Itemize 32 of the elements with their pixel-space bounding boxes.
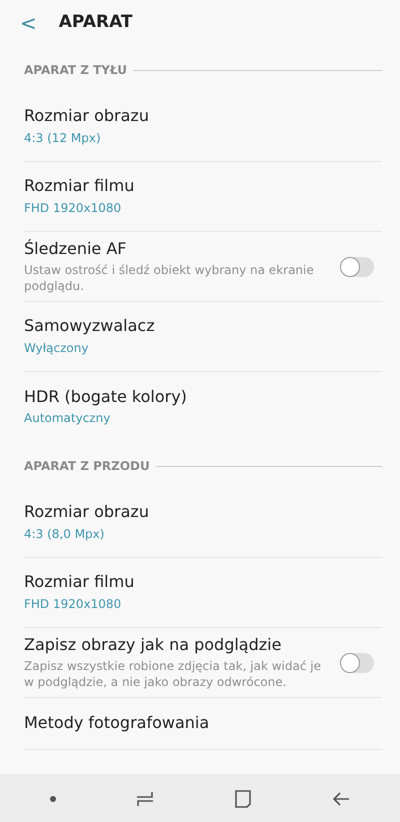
- item-value: FHD 1920x1080: [24, 596, 122, 613]
- item-value: Wyłączony: [24, 340, 90, 357]
- item-title: Rozmiar filmu: [24, 572, 136, 593]
- item-value: FHD 1920x1080: [24, 200, 122, 217]
- item-title: Samowyzwalacz: [24, 316, 156, 337]
- settings-item[interactable]: HDR (bogate kolory) Automatyczny: [24, 372, 382, 442]
- settings-item[interactable]: Samowyzwalacz Wyłączony: [24, 302, 382, 372]
- item-value: Automatyczny: [24, 410, 112, 428]
- back-button[interactable]: <: [18, 13, 39, 33]
- item-value: 4:3 (8,0 Mpx): [24, 526, 106, 543]
- settings-item[interactable]: Rozmiar obrazu 4:3 (8,0 Mpx): [24, 488, 382, 558]
- settings-item[interactable]: Metody fotografowania: [24, 698, 382, 750]
- item-title: HDR (bogate kolory): [24, 386, 188, 408]
- section-header: APARAT Z PRZODU: [24, 458, 150, 475]
- item-title: Metody fotografowania: [24, 713, 210, 734]
- item-title: Śledzenie AF: [24, 238, 128, 260]
- page-title: APARAT: [58, 11, 133, 34]
- item-description: Ustaw ostrość i śledź obiekt wybrany na ekranie podglądu.: [24, 262, 315, 294]
- toggle-switch[interactable]: [340, 652, 374, 672]
- settings-item[interactable]: Rozmiar obrazu 4:3 (12 Mpx): [24, 92, 382, 162]
- item-value: 4:3 (12 Mpx): [24, 130, 102, 147]
- settings-item[interactable]: Zapisz obrazy jak na podglądzie Zapisz wszystkie robione zdjęcia tak, jak widać je w podglądzie, a nie jako obrazy odwrócone.: [24, 628, 382, 698]
- toggle-switch[interactable]: [340, 256, 374, 276]
- section-header: APARAT Z TYŁU: [24, 62, 128, 79]
- item-title: Rozmiar obrazu: [24, 502, 150, 523]
- settings-item[interactable]: Rozmiar filmu FHD 1920x1080: [24, 558, 382, 628]
- item-title: Zapisz obrazy jak na podglądzie: [24, 634, 282, 656]
- settings-item[interactable]: Śledzenie AF Ustaw ostrość i śledź obiekt wybrany na ekranie podglądu.: [24, 232, 382, 302]
- item-title: Rozmiar filmu: [24, 176, 136, 197]
- settings-item[interactable]: Rozmiar filmu FHD 1920x1080: [24, 162, 382, 232]
- item-title: Rozmiar obrazu: [24, 106, 150, 127]
- item-description: Zapisz wszystkie robione zdjęcia tak, jak widać je w podglądzie, a nie jako obrazy odwrócone.: [24, 658, 322, 690]
